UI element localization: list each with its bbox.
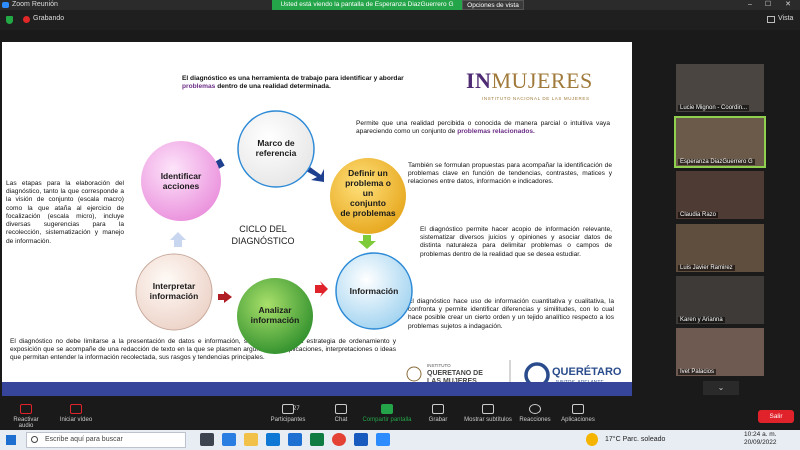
- maximize-icon[interactable]: ☐: [760, 0, 776, 10]
- camera-off-icon: [70, 404, 82, 414]
- file-explorer-icon[interactable]: [244, 433, 258, 446]
- diagnostic-cycle-diagram: Marco de referencia Definir un problema …: [135, 110, 622, 390]
- record-icon: [432, 404, 444, 414]
- microphone-muted-icon: [20, 404, 32, 414]
- participant-name: Lucie Mignon - Coordin...: [678, 105, 750, 111]
- taskbar-search-input[interactable]: Escribe aquí para buscar: [26, 432, 186, 448]
- participant-tile[interactable]: Claudia Razo: [676, 171, 764, 219]
- recording-label: Grabando: [33, 15, 65, 22]
- chat-button[interactable]: Chat: [330, 404, 352, 423]
- participant-name: Claudia Razo: [678, 212, 719, 218]
- unmute-label: Reactivar audio: [13, 417, 39, 429]
- chat-bubble-icon: [335, 404, 347, 414]
- qro-name: QUERÉTARO: [552, 365, 622, 378]
- weather-icon: [586, 433, 598, 446]
- step-5-label-2: información: [150, 291, 199, 301]
- cycle-arrow-5: [218, 291, 232, 303]
- smiley-icon: [529, 404, 541, 414]
- reactions-label: Reacciones: [519, 417, 551, 423]
- minimize-icon[interactable]: –: [742, 0, 758, 10]
- view-options-button[interactable]: Opciones de vista: [462, 0, 524, 10]
- participant-tile[interactable]: Ivet Palacios: [676, 328, 764, 376]
- participant-tile[interactable]: Karen y Arianna: [676, 276, 764, 324]
- participants-button[interactable]: Participantes: [266, 404, 310, 423]
- leave-meeting-button[interactable]: Salir: [758, 410, 794, 423]
- step-5-label-1: Interpretar: [153, 281, 196, 291]
- system-clock[interactable]: 10:24 a. m. 20/09/2022: [744, 431, 777, 448]
- zoom-window: Zoom Reunión Usted está viendo la pantal…: [0, 0, 800, 450]
- clock-time: 10:24 a. m.: [744, 431, 777, 438]
- step-3-label-1: Información: [350, 286, 399, 296]
- step-6-label-2: acciones: [163, 181, 200, 191]
- video-label: Iniciar vídeo: [59, 417, 93, 423]
- participant-count: 27: [293, 406, 300, 412]
- recording-icon: [23, 16, 30, 23]
- scroll-down-button[interactable]: ⌄: [703, 381, 739, 395]
- chrome-icon[interactable]: [332, 433, 346, 446]
- screen-share-banner: Usted está viendo la pantalla de Esperan…: [272, 0, 462, 10]
- share-label: Compartir pantalla: [362, 417, 412, 423]
- meeting-status-bar: [0, 10, 800, 30]
- share-screen-button[interactable]: Compartir pantalla: [362, 404, 412, 423]
- cycle-title-2: DIAGNÓSTICO: [231, 236, 294, 246]
- security-shield-icon[interactable]: [6, 16, 13, 24]
- grid-view-icon[interactable]: [767, 16, 775, 23]
- step-2-label-1: Definir un: [348, 168, 388, 178]
- qro-inst-1: INSTITUTO: [427, 363, 451, 368]
- slide-footer-band: [2, 382, 632, 396]
- weather-text[interactable]: 17°C Parc. soleado: [605, 436, 665, 443]
- step-6-label-1: Identificar: [161, 171, 202, 181]
- qro-inst-2: QUERETANO DE: [427, 370, 483, 377]
- cycle-arrow-3: [358, 235, 376, 249]
- step-2-label-2: problema o: [345, 178, 391, 188]
- window-title: Zoom Reunión: [12, 1, 58, 8]
- task-view-icon[interactable]: [200, 433, 214, 446]
- share-screen-icon: [381, 404, 393, 414]
- zoom-icon: [2, 2, 9, 8]
- step-4-label-1: Analizar: [258, 305, 292, 315]
- participant-tile[interactable]: Lucie Mignon - Coordin...: [676, 64, 764, 112]
- windows-start-icon[interactable]: [6, 435, 16, 445]
- excel-icon[interactable]: [310, 433, 324, 446]
- step-1-label-2: referencia: [256, 148, 297, 158]
- cycle-title-1: CICLO DEL: [239, 224, 287, 234]
- participants-label: Participantes: [270, 417, 306, 423]
- participant-name: Esperanza DiazGuerrero G: [678, 159, 755, 165]
- step-2-label-4: conjunto: [350, 198, 386, 208]
- start-video-button[interactable]: Iniciar vídeo: [56, 404, 96, 423]
- step-1-label-1: Marco de: [257, 138, 295, 148]
- record-button[interactable]: Grabar: [426, 404, 450, 423]
- participant-tile[interactable]: Luis Javier Ramirez: [676, 224, 764, 272]
- apps-label: Aplicaciones: [561, 417, 595, 423]
- view-button[interactable]: Vista: [778, 15, 793, 22]
- cycle-arrow-6: [170, 232, 186, 247]
- mail-icon[interactable]: [288, 433, 302, 446]
- step-2-label-3: un: [363, 188, 373, 198]
- closed-captions-icon: [482, 404, 494, 414]
- participant-tile-active-speaker[interactable]: Esperanza DiazGuerrero G: [674, 116, 766, 168]
- unmute-audio-button[interactable]: Reactivar audio: [6, 404, 46, 429]
- step-4-label-2: información: [251, 315, 300, 325]
- close-icon[interactable]: ✕: [780, 0, 796, 10]
- step-2-label-5: de problemas: [340, 208, 396, 218]
- cycle-arrow-4: [315, 281, 328, 297]
- store-icon[interactable]: [266, 433, 280, 446]
- subtitles-label: Mostrar subtítulos: [464, 417, 512, 423]
- apps-button[interactable]: Aplicaciones: [558, 404, 598, 423]
- word-icon[interactable]: [354, 433, 368, 446]
- shared-slide: El diagnóstico es una herramienta de tra…: [2, 42, 632, 396]
- chat-label: Chat: [334, 417, 348, 423]
- participant-name: Karen y Arianna: [678, 317, 725, 323]
- record-label: Grabar: [428, 417, 448, 423]
- edge-browser-icon[interactable]: [222, 433, 236, 446]
- search-icon: [31, 436, 38, 443]
- apps-grid-icon: [572, 404, 584, 414]
- show-subtitles-button[interactable]: Mostrar subtítulos: [462, 404, 514, 423]
- participant-name: Ivet Palacios: [678, 369, 717, 375]
- participant-name: Luis Javier Ramirez: [678, 265, 735, 271]
- clock-date: 20/09/2022: [744, 439, 777, 447]
- zoom-taskbar-icon[interactable]: [376, 433, 390, 446]
- reactions-button[interactable]: Reacciones: [518, 404, 552, 423]
